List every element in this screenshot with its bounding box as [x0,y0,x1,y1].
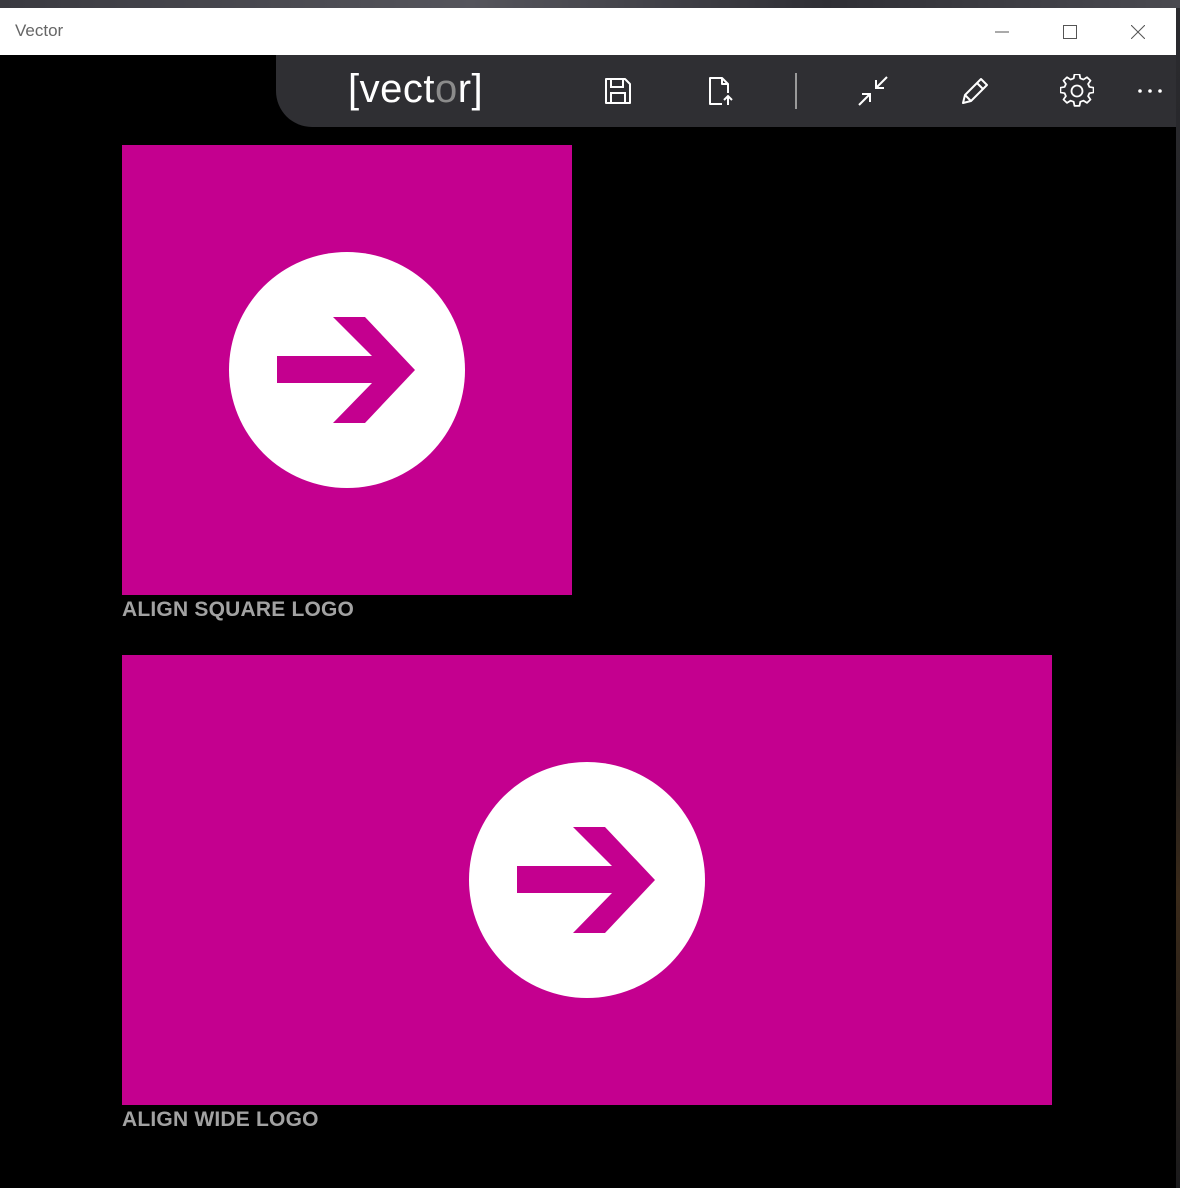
collapse-icon [858,76,888,106]
collapse-button[interactable] [851,69,895,113]
pencil-icon [962,78,988,104]
desktop-background-strip [0,0,1180,8]
window-title-bar[interactable]: Vector [0,8,1176,55]
square-logo-label: ALIGN SQUARE LOGO [122,598,355,621]
more-icon [1138,89,1162,93]
maximize-button[interactable] [1036,8,1104,55]
export-icon [709,77,733,105]
brand-text-prefix: [vect [348,67,435,111]
logo-circle [469,762,705,998]
export-button[interactable] [698,69,742,113]
window-title: Vector [15,21,64,40]
brand-text-suffix: r] [457,67,484,111]
maximize-icon [1063,24,1077,39]
more-button[interactable] [1128,69,1172,113]
brand-text-dim: o [434,67,458,111]
close-icon [1131,24,1145,39]
desktop-background-edge [1176,8,1180,1188]
save-icon [605,78,631,104]
toolbar-separator [795,73,797,109]
gear-icon [1060,74,1094,107]
save-button[interactable] [596,69,640,113]
wide-logo-tile[interactable] [122,655,1052,1105]
settings-button[interactable] [1055,69,1099,113]
wide-logo-label: ALIGN WIDE LOGO [122,1108,319,1131]
minimize-button[interactable] [968,8,1036,55]
close-button[interactable] [1104,8,1172,55]
edit-button[interactable] [953,69,997,113]
logo-circle [229,252,465,488]
app-brand: [vector] [348,65,483,113]
app-toolbar: [vector] [276,55,1176,127]
square-logo-tile[interactable] [122,145,572,595]
arrow-right-icon [517,827,655,933]
minimize-icon [995,31,1009,32]
arrow-right-icon [277,317,415,423]
